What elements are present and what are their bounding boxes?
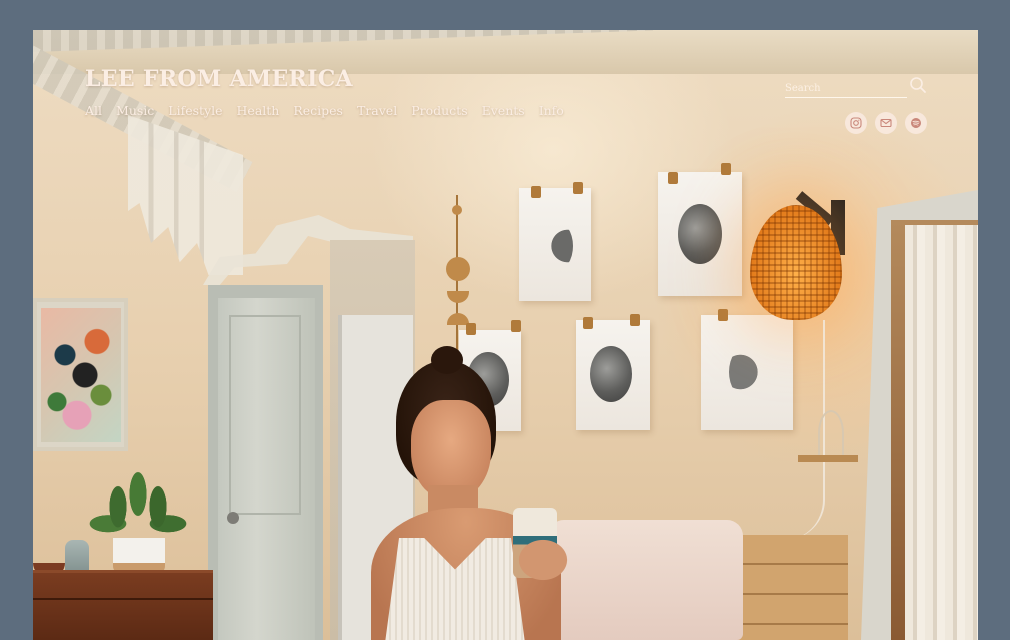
moon-print <box>658 172 742 296</box>
door-knob <box>227 512 239 524</box>
nav-item-products[interactable]: Products <box>411 103 467 118</box>
site-title[interactable]: LEE FROM AMERICA <box>85 66 353 92</box>
search-bar <box>785 76 907 99</box>
moon-print <box>576 320 650 430</box>
plant-pot <box>113 538 165 574</box>
curtain <box>905 225 978 640</box>
person-hand <box>501 525 571 595</box>
nav-item-health[interactable]: Health <box>237 103 280 118</box>
instagram-icon <box>850 117 862 129</box>
pillow <box>548 520 743 640</box>
door-panel <box>229 315 301 515</box>
email-icon <box>880 118 892 128</box>
search-input[interactable] <box>785 78 907 99</box>
hair-bun <box>431 346 463 374</box>
sideboard-drawer-line <box>33 598 213 600</box>
social-links <box>845 112 927 134</box>
spotify-button[interactable] <box>905 112 927 134</box>
moon-print <box>519 188 591 301</box>
nav-item-lifestyle[interactable]: Lifestyle <box>168 103 222 118</box>
painting-canvas <box>41 308 121 442</box>
nav-item-travel[interactable]: Travel <box>357 103 397 118</box>
moon-print <box>701 315 793 430</box>
sideboard <box>33 570 213 640</box>
nav-item-all[interactable]: All <box>85 103 102 118</box>
hero-image: LEE FROM AMERICA All Music Lifestyle Hea… <box>33 30 978 640</box>
main-nav: All Music Lifestyle Health Recipes Trave… <box>85 103 564 118</box>
nav-item-recipes[interactable]: Recipes <box>293 103 343 118</box>
potted-plant <box>88 460 188 545</box>
nav-item-music[interactable]: Music <box>116 103 154 118</box>
wall-shelf <box>798 455 858 462</box>
email-button[interactable] <box>875 112 897 134</box>
shelf-hanger <box>818 410 844 456</box>
nav-item-events[interactable]: Events <box>482 103 525 118</box>
abstract-painting <box>33 298 128 451</box>
nav-item-info[interactable]: Info <box>539 103 564 118</box>
spotify-icon <box>911 118 921 128</box>
search-icon[interactable] <box>909 76 927 94</box>
site-header: LEE FROM AMERICA All Music Lifestyle Hea… <box>33 30 978 150</box>
instagram-button[interactable] <box>845 112 867 134</box>
